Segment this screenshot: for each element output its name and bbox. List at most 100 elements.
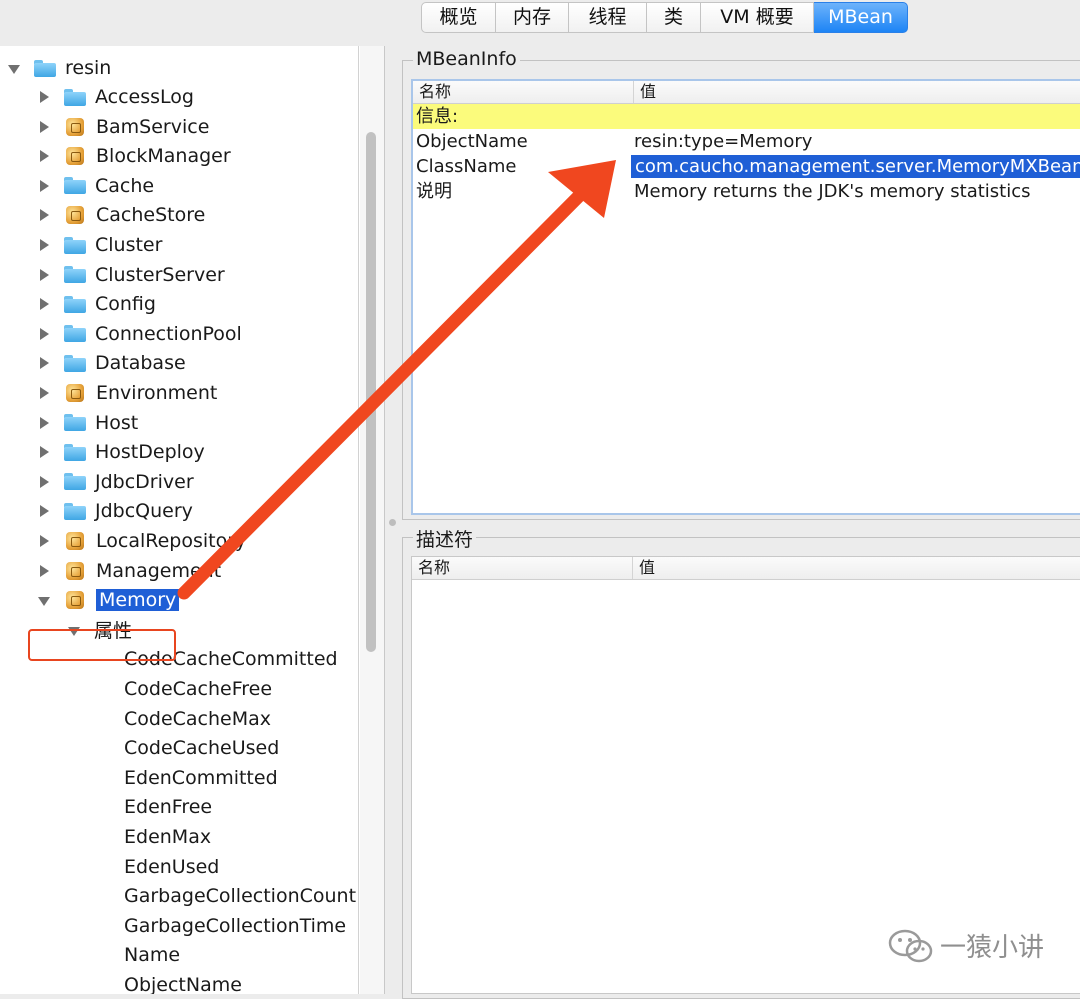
tree-node-cluster[interactable]: Cluster xyxy=(38,231,162,259)
mbean-icon xyxy=(66,591,84,610)
expand-toggle-icon[interactable] xyxy=(38,327,50,340)
folder-icon xyxy=(64,502,86,520)
tab-classes[interactable]: 类 xyxy=(647,2,701,33)
expand-toggle-icon[interactable] xyxy=(38,120,50,133)
tree-scrollbar[interactable] xyxy=(360,46,384,994)
folder-icon xyxy=(64,354,86,372)
expand-toggle-icon[interactable] xyxy=(38,150,50,163)
tree-attribute-item[interactable]: EdenFree xyxy=(124,793,212,821)
tree-node-cachestore[interactable]: CacheStore xyxy=(38,201,205,229)
tree-node-label: JdbcDriver xyxy=(95,470,194,493)
tree-node-cache[interactable]: Cache xyxy=(38,172,154,200)
tree-node-label: Cluster xyxy=(95,234,163,256)
expand-toggle-icon[interactable] xyxy=(38,505,50,518)
tree-node-memory[interactable]: Memory xyxy=(38,586,180,614)
tree-node-config[interactable]: Config xyxy=(38,290,156,318)
tree-attribute-item[interactable]: GarbageCollectionCount xyxy=(124,882,356,910)
mbean-icon xyxy=(66,384,84,402)
tree-attribute-item[interactable]: ObjectName xyxy=(124,971,242,994)
tree-attribute-item[interactable]: GarbageCollectionTime xyxy=(124,912,346,940)
mbeaninfo-table[interactable]: 名称 值 信息: ObjectName resin:type=Memory Cl… xyxy=(411,79,1080,515)
tree-attribute-item[interactable]: CodeCacheMax xyxy=(124,705,271,733)
expand-toggle-icon[interactable] xyxy=(38,446,50,459)
folder-icon xyxy=(64,325,86,343)
row-value xyxy=(631,104,634,129)
mbean-icon xyxy=(66,561,84,580)
tree-node-host[interactable]: Host xyxy=(38,409,138,437)
attribute-label: GarbageCollectionCount xyxy=(124,885,357,908)
expand-toggle-icon[interactable] xyxy=(8,62,20,74)
expand-toggle-icon[interactable] xyxy=(38,535,50,547)
expand-toggle-icon[interactable] xyxy=(38,179,50,192)
expand-toggle-icon[interactable] xyxy=(38,298,50,311)
tree-attribute-item[interactable]: Name xyxy=(124,941,180,969)
table-row-objectname[interactable]: ObjectName resin:type=Memory xyxy=(413,129,1080,154)
mbean-icon xyxy=(66,147,84,166)
folder-icon xyxy=(34,59,56,77)
table-row-info[interactable]: 信息: xyxy=(413,104,1080,129)
tree-node-label: BamService xyxy=(96,115,210,138)
tree-scrollbar-thumb[interactable] xyxy=(366,132,376,652)
expand-toggle-icon[interactable] xyxy=(38,416,50,429)
tree-node-clusterserver[interactable]: ClusterServer xyxy=(38,261,225,289)
tree-node-management[interactable]: Management xyxy=(38,557,221,585)
tree-attribute-item[interactable]: CodeCacheFree xyxy=(124,675,272,703)
mbeaninfo-panel: MBeanInfo 名称 值 信息: ObjectName resin:type… xyxy=(402,48,1080,520)
tree-node-blockmanager[interactable]: BlockManager xyxy=(38,142,231,170)
row-value: Memory returns the JDK's memory statisti… xyxy=(634,181,1031,202)
mbean-tree: resin AccessLog BamService BlockManager Cach… xyxy=(0,46,359,994)
tree-attribute-item[interactable]: EdenMax xyxy=(124,823,211,851)
wechat-icon xyxy=(888,929,933,962)
tree-node-label: LocalRepository xyxy=(96,530,247,552)
expand-toggle-icon[interactable] xyxy=(38,387,50,399)
expand-toggle-icon[interactable] xyxy=(38,475,50,488)
tree-node-label: Config xyxy=(95,293,156,316)
table-row-description[interactable]: 说明 Memory returns the JDK's memory stati… xyxy=(413,179,1080,204)
descriptor-table-header: 名称 值 xyxy=(412,557,1080,580)
splitter-handle[interactable] xyxy=(389,519,396,526)
tree-node-database[interactable]: Database xyxy=(38,349,186,377)
expand-toggle-icon[interactable] xyxy=(38,564,50,577)
tree-node-bamservice[interactable]: BamService xyxy=(38,113,209,141)
folder-icon xyxy=(64,88,86,106)
classname-value-selected[interactable]: com.caucho.management.server.MemoryMXBea… xyxy=(631,155,1080,178)
tab-strip: 概览 内存 线程 类 VM 概要 MBean xyxy=(421,2,908,33)
expand-toggle-icon[interactable] xyxy=(38,594,50,607)
table-row-classname[interactable]: ClassName com.caucho.management.server.M… xyxy=(413,154,1080,179)
tree-attribute-item[interactable]: EdenCommitted xyxy=(124,764,278,792)
tree-node-environment[interactable]: Environment xyxy=(38,379,217,407)
tree-attribute-item[interactable]: CodeCacheUsed xyxy=(124,734,279,762)
tab-overview[interactable]: 概览 xyxy=(421,2,496,33)
tree-attribute-item[interactable]: EdenUsed xyxy=(124,853,219,881)
tab-threads[interactable]: 线程 xyxy=(569,2,647,33)
tree-node-resin[interactable]: resin xyxy=(8,54,111,82)
col-value-header[interactable]: 值 xyxy=(634,81,656,103)
row-value: resin:type=Memory xyxy=(634,131,813,152)
col-name-header[interactable]: 名称 xyxy=(412,557,633,579)
tree-node-label: Environment xyxy=(96,382,218,404)
expand-toggle-icon[interactable] xyxy=(38,209,50,222)
tree-node-label: BlockManager xyxy=(96,145,231,168)
row-name: ClassName xyxy=(416,156,517,177)
expand-toggle-icon[interactable] xyxy=(38,357,50,370)
tab-mbean[interactable]: MBean xyxy=(814,2,908,33)
tree-node-label: Database xyxy=(95,352,186,375)
expand-toggle-icon[interactable] xyxy=(38,239,50,251)
col-name-header[interactable]: 名称 xyxy=(413,81,634,103)
expand-toggle-icon[interactable] xyxy=(38,268,50,281)
memory-highlight-box xyxy=(28,629,176,661)
tree-node-connectionpool[interactable]: ConnectionPool xyxy=(38,320,242,348)
tree-node-label: ClusterServer xyxy=(95,263,225,286)
expand-toggle-icon[interactable] xyxy=(38,91,50,103)
tree-node-label: Management xyxy=(96,559,222,582)
tree-node-jdbcdriver[interactable]: JdbcDriver xyxy=(38,468,194,496)
row-name: ObjectName xyxy=(416,131,528,152)
tab-vm-summary[interactable]: VM 概要 xyxy=(701,2,814,33)
tab-memory[interactable]: 内存 xyxy=(496,2,569,33)
col-value-header[interactable]: 值 xyxy=(633,557,655,579)
tree-node-hostdeploy[interactable]: HostDeploy xyxy=(38,438,205,466)
tree-node-accesslog[interactable]: AccessLog xyxy=(38,83,194,111)
tree-node-jdbcquery[interactable]: JdbcQuery xyxy=(38,497,193,525)
tree-node-localrepository[interactable]: LocalRepository xyxy=(38,527,246,555)
tab-bar: 概览 内存 线程 类 VM 概要 MBean xyxy=(0,0,1080,40)
